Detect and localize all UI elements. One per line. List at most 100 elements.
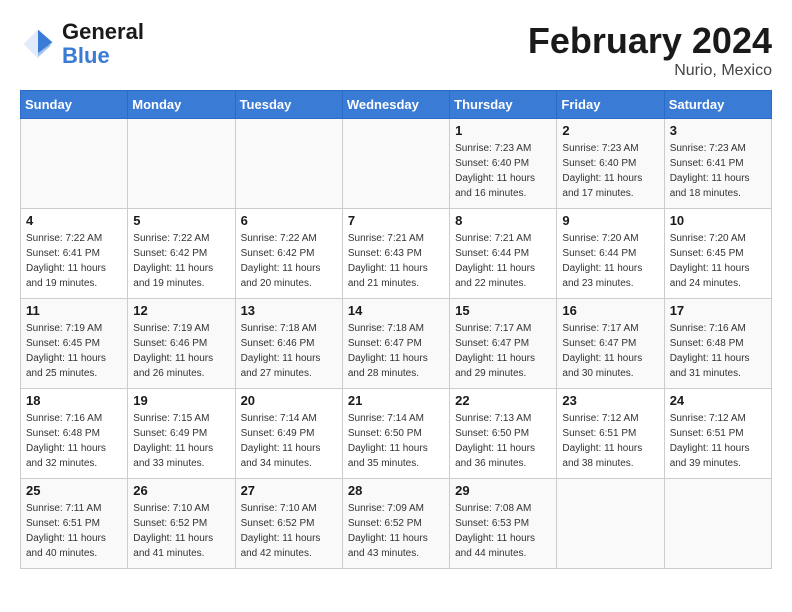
day-number: 2: [562, 123, 658, 138]
calendar-body: 1 Sunrise: 7:23 AM Sunset: 6:40 PM Daylig…: [21, 119, 772, 569]
day-number: 29: [455, 483, 551, 498]
day-info: Sunrise: 7:11 AM Sunset: 6:51 PM Dayligh…: [26, 501, 122, 561]
day-number: 1: [455, 123, 551, 138]
day-number: 25: [26, 483, 122, 498]
day-number: 17: [670, 303, 766, 318]
calendar-cell: 28 Sunrise: 7:09 AM Sunset: 6:52 PM Dayli…: [342, 479, 449, 569]
calendar-cell: [342, 119, 449, 209]
day-number: 5: [133, 213, 229, 228]
day-info: Sunrise: 7:16 AM Sunset: 6:48 PM Dayligh…: [670, 321, 766, 381]
day-number: 15: [455, 303, 551, 318]
calendar-cell: 10 Sunrise: 7:20 AM Sunset: 6:45 PM Dayli…: [664, 209, 771, 299]
day-number: 19: [133, 393, 229, 408]
calendar-cell: 25 Sunrise: 7:11 AM Sunset: 6:51 PM Dayli…: [21, 479, 128, 569]
calendar-cell: 15 Sunrise: 7:17 AM Sunset: 6:47 PM Dayli…: [450, 299, 557, 389]
calendar-cell: 27Sunrise: 7:10 AM Sunset: 6:52 PM Dayli…: [235, 479, 342, 569]
header-wednesday: Wednesday: [342, 91, 449, 119]
calendar-cell: 14 Sunrise: 7:18 AM Sunset: 6:47 PM Dayli…: [342, 299, 449, 389]
day-info: Sunrise: 7:20 AM Sunset: 6:45 PM Dayligh…: [670, 231, 766, 291]
header-sunday: Sunday: [21, 91, 128, 119]
day-number: 21: [348, 393, 444, 408]
calendar-cell: 16 Sunrise: 7:17 AM Sunset: 6:47 PM Dayli…: [557, 299, 664, 389]
calendar-cell: 8Sunrise: 7:21 AM Sunset: 6:44 PM Daylig…: [450, 209, 557, 299]
day-number: 9: [562, 213, 658, 228]
day-number: 11: [26, 303, 122, 318]
calendar-week-row: 1 Sunrise: 7:23 AM Sunset: 6:40 PM Daylig…: [21, 119, 772, 209]
page-header: GeneralBlue February 2024 Nurio, Mexico: [20, 20, 772, 80]
day-number: 10: [670, 213, 766, 228]
calendar-cell: 17 Sunrise: 7:16 AM Sunset: 6:48 PM Dayli…: [664, 299, 771, 389]
day-number: 23: [562, 393, 658, 408]
day-info: Sunrise: 7:10 AM Sunset: 6:52 PM Dayligh…: [133, 501, 229, 561]
logo-icon: [20, 26, 56, 62]
day-info: Sunrise: 7:14 AM Sunset: 6:49 PM Dayligh…: [241, 411, 337, 471]
day-number: 28: [348, 483, 444, 498]
calendar-week-row: 11 Sunrise: 7:19 AM Sunset: 6:45 PM Dayli…: [21, 299, 772, 389]
day-info: Sunrise: 7:17 AM Sunset: 6:47 PM Dayligh…: [455, 321, 551, 381]
day-info: Sunrise: 7:21 AM Sunset: 6:44 PM Dayligh…: [455, 231, 551, 291]
day-number: 13: [241, 303, 337, 318]
title-area: February 2024 Nurio, Mexico: [528, 20, 772, 80]
day-info: Sunrise: 7:13 AM Sunset: 6:50 PM Dayligh…: [455, 411, 551, 471]
day-number: 14: [348, 303, 444, 318]
calendar-cell: 18Sunrise: 7:16 AM Sunset: 6:48 PM Dayli…: [21, 389, 128, 479]
day-number: 16: [562, 303, 658, 318]
day-info: Sunrise: 7:14 AM Sunset: 6:50 PM Dayligh…: [348, 411, 444, 471]
day-number: 24: [670, 393, 766, 408]
calendar-cell: [21, 119, 128, 209]
day-info: Sunrise: 7:15 AM Sunset: 6:49 PM Dayligh…: [133, 411, 229, 471]
day-number: 4: [26, 213, 122, 228]
calendar-cell: 3 Sunrise: 7:23 AM Sunset: 6:41 PM Daylig…: [664, 119, 771, 209]
day-info: Sunrise: 7:22 AM Sunset: 6:42 PM Dayligh…: [241, 231, 337, 291]
calendar-cell: 11 Sunrise: 7:19 AM Sunset: 6:45 PM Dayli…: [21, 299, 128, 389]
calendar-cell: 6 Sunrise: 7:22 AM Sunset: 6:42 PM Daylig…: [235, 209, 342, 299]
calendar-cell: 5 Sunrise: 7:22 AM Sunset: 6:42 PM Daylig…: [128, 209, 235, 299]
day-info: Sunrise: 7:22 AM Sunset: 6:41 PM Dayligh…: [26, 231, 122, 291]
header-monday: Monday: [128, 91, 235, 119]
day-info: Sunrise: 7:12 AM Sunset: 6:51 PM Dayligh…: [562, 411, 658, 471]
calendar-cell: [128, 119, 235, 209]
calendar-header: Sunday Monday Tuesday Wednesday Thursday…: [21, 91, 772, 119]
day-number: 22: [455, 393, 551, 408]
header-saturday: Saturday: [664, 91, 771, 119]
calendar-cell: [557, 479, 664, 569]
day-info: Sunrise: 7:23 AM Sunset: 6:40 PM Dayligh…: [562, 141, 658, 201]
day-info: Sunrise: 7:10 AM Sunset: 6:52 PM Dayligh…: [241, 501, 337, 561]
calendar-cell: 20Sunrise: 7:14 AM Sunset: 6:49 PM Dayli…: [235, 389, 342, 479]
day-number: 6: [241, 213, 337, 228]
day-info: Sunrise: 7:18 AM Sunset: 6:46 PM Dayligh…: [241, 321, 337, 381]
day-info: Sunrise: 7:23 AM Sunset: 6:41 PM Dayligh…: [670, 141, 766, 201]
header-thursday: Thursday: [450, 91, 557, 119]
calendar-table: Sunday Monday Tuesday Wednesday Thursday…: [20, 90, 772, 569]
calendar-cell: 29Sunrise: 7:08 AM Sunset: 6:53 PM Dayli…: [450, 479, 557, 569]
weekday-header-row: Sunday Monday Tuesday Wednesday Thursday…: [21, 91, 772, 119]
calendar-cell: 7Sunrise: 7:21 AM Sunset: 6:43 PM Daylig…: [342, 209, 449, 299]
day-number: 12: [133, 303, 229, 318]
calendar-title: February 2024: [528, 20, 772, 62]
calendar-week-row: 4 Sunrise: 7:22 AM Sunset: 6:41 PM Daylig…: [21, 209, 772, 299]
day-info: Sunrise: 7:22 AM Sunset: 6:42 PM Dayligh…: [133, 231, 229, 291]
day-info: Sunrise: 7:20 AM Sunset: 6:44 PM Dayligh…: [562, 231, 658, 291]
day-info: Sunrise: 7:09 AM Sunset: 6:52 PM Dayligh…: [348, 501, 444, 561]
calendar-cell: [664, 479, 771, 569]
logo: GeneralBlue: [20, 20, 144, 68]
day-number: 7: [348, 213, 444, 228]
calendar-cell: 9 Sunrise: 7:20 AM Sunset: 6:44 PM Daylig…: [557, 209, 664, 299]
calendar-cell: 23 Sunrise: 7:12 AM Sunset: 6:51 PM Dayli…: [557, 389, 664, 479]
calendar-week-row: 25 Sunrise: 7:11 AM Sunset: 6:51 PM Dayli…: [21, 479, 772, 569]
calendar-cell: 2 Sunrise: 7:23 AM Sunset: 6:40 PM Daylig…: [557, 119, 664, 209]
day-info: Sunrise: 7:16 AM Sunset: 6:48 PM Dayligh…: [26, 411, 122, 471]
day-info: Sunrise: 7:18 AM Sunset: 6:47 PM Dayligh…: [348, 321, 444, 381]
day-info: Sunrise: 7:17 AM Sunset: 6:47 PM Dayligh…: [562, 321, 658, 381]
calendar-cell: 26Sunrise: 7:10 AM Sunset: 6:52 PM Dayli…: [128, 479, 235, 569]
calendar-cell: [235, 119, 342, 209]
day-number: 3: [670, 123, 766, 138]
calendar-cell: 1 Sunrise: 7:23 AM Sunset: 6:40 PM Daylig…: [450, 119, 557, 209]
header-tuesday: Tuesday: [235, 91, 342, 119]
header-friday: Friday: [557, 91, 664, 119]
calendar-cell: 24Sunrise: 7:12 AM Sunset: 6:51 PM Dayli…: [664, 389, 771, 479]
calendar-week-row: 18Sunrise: 7:16 AM Sunset: 6:48 PM Dayli…: [21, 389, 772, 479]
day-info: Sunrise: 7:23 AM Sunset: 6:40 PM Dayligh…: [455, 141, 551, 201]
day-info: Sunrise: 7:19 AM Sunset: 6:45 PM Dayligh…: [26, 321, 122, 381]
calendar-cell: 19 Sunrise: 7:15 AM Sunset: 6:49 PM Dayli…: [128, 389, 235, 479]
